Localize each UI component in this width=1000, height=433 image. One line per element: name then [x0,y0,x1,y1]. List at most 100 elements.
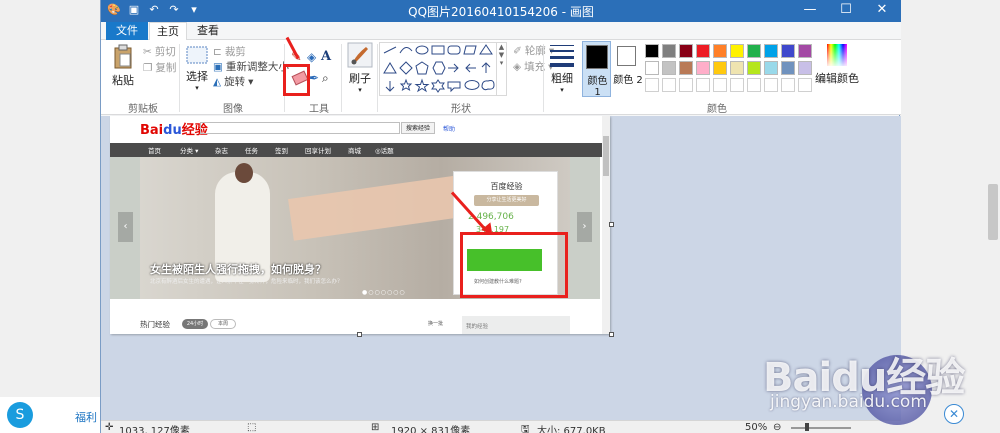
rounded-callout-shape-icon [447,81,461,93]
star-four-shape-icon [399,78,413,92]
palette-swatch[interactable] [730,44,744,58]
custom-color-slot[interactable] [730,78,744,92]
shapes-scroll[interactable]: ▲ ▼ ▾ [497,42,507,96]
zoom-slider[interactable] [791,427,851,429]
canvas-resize-handle-corner[interactable] [609,332,614,337]
color1-button[interactable]: 颜色 1 [582,41,611,98]
picture-card-title: 百度经验 [490,182,523,191]
palette-swatch[interactable] [781,44,795,58]
edit-colors-button[interactable]: 编辑颜色 [815,42,859,86]
desktop-left-area [0,0,100,433]
palette-swatch[interactable] [679,61,693,75]
curve-shape-icon [399,47,413,54]
palette-swatch[interactable] [662,44,676,58]
close-button[interactable]: ✕ [865,0,899,22]
up-arrow-shape-icon [481,62,491,73]
brushes-button[interactable]: 刷子 ▾ [346,42,374,94]
palette-swatch[interactable] [730,61,744,75]
custom-color-slot[interactable] [696,78,710,92]
palette-swatch[interactable] [798,61,812,75]
zoom-slider-thumb[interactable] [805,423,809,431]
cursor-position: 1033, 127像素 [119,426,190,433]
tab-home[interactable]: 主页 [149,22,187,41]
right-arrow-shape-icon [448,63,459,73]
separator [543,44,544,112]
picture-hot-title: 热门经验 [140,320,170,329]
picture-my-experience: 我的经验 [462,316,570,334]
picture-next-arrow: › [577,212,592,242]
paste-label: 粘贴 [112,74,134,87]
picture-nav-item: ◎话题 [375,147,394,155]
palette-swatch[interactable] [713,61,727,75]
custom-color-slot[interactable] [798,78,812,92]
custom-color-slot[interactable] [662,78,676,92]
tab-view[interactable]: 查看 [189,22,227,40]
custom-color-slot[interactable] [679,78,693,92]
desktop-scrollbar-thumb[interactable] [988,184,998,240]
zoom-out-button[interactable]: ⊖ [773,422,781,433]
watermark-url: jingyan.baidu.com [770,392,927,412]
palette-swatch[interactable] [662,61,676,75]
palette-swatch[interactable] [747,44,761,58]
maximize-button[interactable]: ☐ [829,0,863,22]
picture-subheadline: 北京有醉酒后女生的遭遇，让人禁不住一身冷汗，危险来临时，我们该怎么办？ [150,279,343,285]
color2-swatch [617,46,636,66]
custom-color-slot[interactable] [781,78,795,92]
image-dimensions: 1920 × 831像素 [391,426,471,433]
hexagon-shape-icon [432,61,446,75]
crop-button[interactable]: ⊏ 裁剪 [213,44,246,59]
custom-color-slot[interactable] [645,78,659,92]
cut-button[interactable]: ✂ 剪切 [143,44,176,59]
canvas-resize-handle-bottom[interactable] [357,332,362,337]
copy-button[interactable]: ❐ 复制 [143,60,176,75]
color-picker-icon[interactable]: ✒ [309,71,319,85]
picture-nav-item: 首页 [148,147,161,155]
paste-button[interactable]: 粘贴 [109,44,137,88]
palette-swatch[interactable] [696,61,710,75]
palette-swatch[interactable] [713,44,727,58]
close-icon[interactable]: ✕ [944,404,964,424]
chevron-down-icon: ▾ [248,75,254,88]
canvas-resize-handle-right[interactable] [609,222,614,227]
size-button[interactable]: 粗细 ▾ [547,42,577,94]
palette-swatch[interactable] [781,61,795,75]
ribbon: 粘贴 ✂ 剪切 ❐ 复制 剪贴板 选择 ▾ ⊏ 裁剪 ▣ 重新调整大小 ◭ 旋转 ▾ 图像 … [101,36,901,115]
color2-label: 颜色 2 [613,75,643,86]
minimize-button[interactable]: — [793,0,827,22]
picture-nav-item: 分类 ▾ [180,147,199,155]
title-bar[interactable]: 🎨 ▣ ↶ ↷ ▾ QQ图片20160410154206 - 画图 — ☐ ✕ [101,0,901,22]
rotate-label: 旋转 [224,76,246,88]
separator [377,44,378,112]
qq-app-icon[interactable]: S [7,402,33,428]
oval-callout-shape-icon [464,80,480,90]
crop-label: 裁剪 [224,46,246,58]
custom-color-slot[interactable] [747,78,761,92]
palette-swatch[interactable] [798,44,812,58]
custom-color-slot[interactable] [764,78,778,92]
palette-swatch[interactable] [679,44,693,58]
palette-swatch[interactable] [645,61,659,75]
fill-bucket-icon[interactable]: ◈ [307,50,316,64]
palette-swatch[interactable] [747,61,761,75]
select-button[interactable]: 选择 ▾ [185,46,209,92]
resize-button[interactable]: ▣ 重新调整大小 [213,59,289,74]
picture-search-box [200,122,400,134]
palette-swatch[interactable] [764,44,778,58]
palette-swatch[interactable] [645,44,659,58]
text-tool-icon[interactable]: A [321,49,331,64]
palette-swatch[interactable] [696,44,710,58]
drawing-canvas[interactable]: Baidu经验 搜索经验 帮助 首页 分类 ▾ 杂志 任务 签到 回享计划 商城… [110,116,610,334]
tab-file[interactable]: 文件 [106,22,148,40]
custom-color-slot[interactable] [713,78,727,92]
separator [179,44,180,112]
star-six-shape-icon [431,79,445,93]
fuli-link[interactable]: 福利 [75,409,97,425]
magnifier-icon[interactable]: ⌕ [322,71,329,86]
palette-swatch[interactable] [764,61,778,75]
chevron-down-icon: ▾ [358,86,362,94]
color2-button[interactable]: 颜色 2 [613,41,643,97]
picture-pill-week: 本周 [210,319,236,329]
rotate-button[interactable]: ◭ 旋转 ▾ [213,74,253,89]
picture-search-button: 搜索经验 [401,122,435,134]
picture-red-highlight-box [460,232,568,298]
